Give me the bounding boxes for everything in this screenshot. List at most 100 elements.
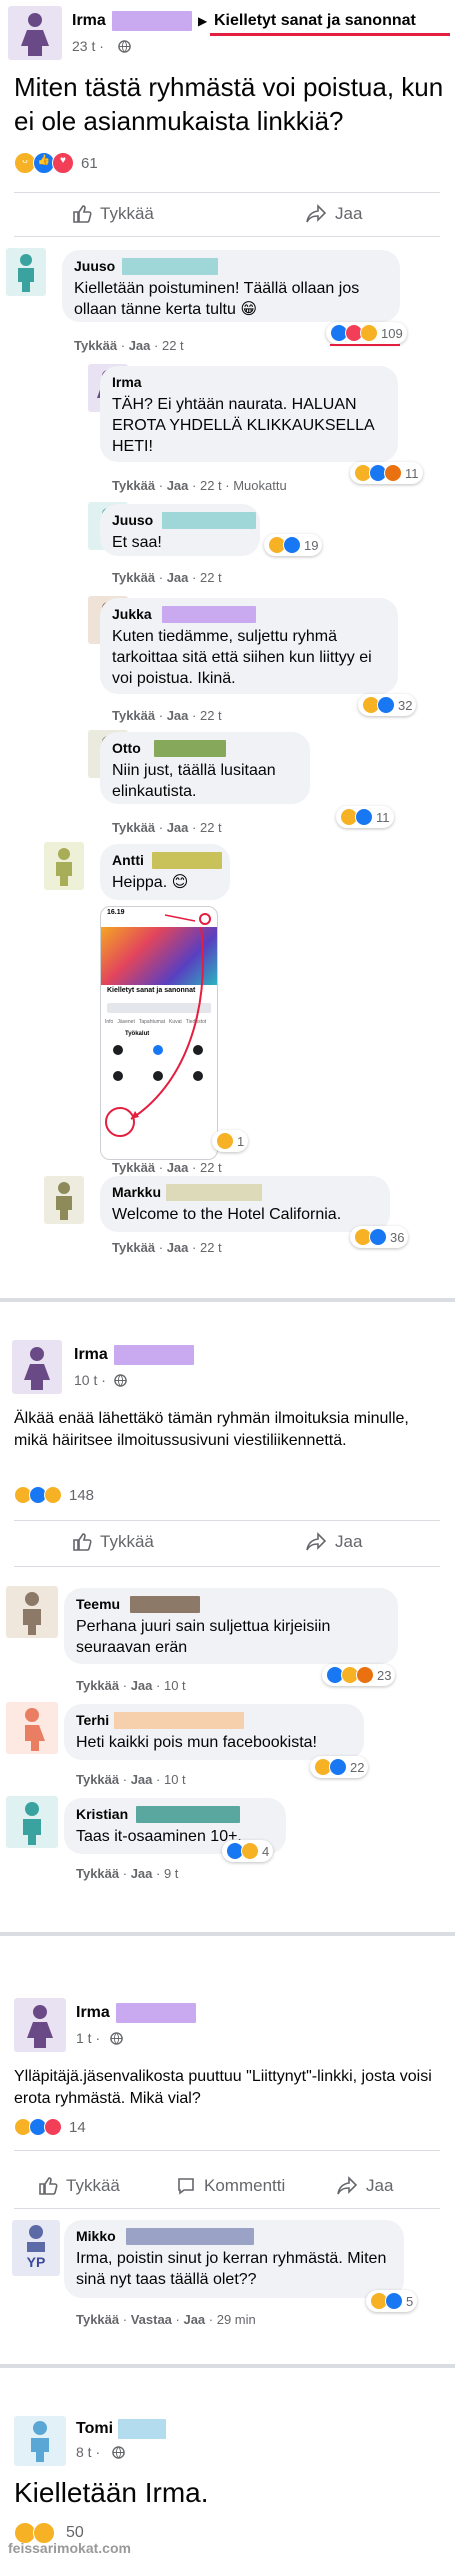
comment-text: Irma, poistin sinut jo kerran ryhmästä. … (76, 2250, 387, 2288)
reaction-count: 148 (69, 1486, 95, 1504)
comment-time[interactable]: 22 t (200, 820, 222, 835)
comment-reactions[interactable]: 32 (358, 694, 417, 716)
avatar-irma[interactable] (12, 1340, 62, 1394)
comment-reactions[interactable]: 5 (366, 2290, 418, 2312)
comment-time[interactable]: 29 min (217, 2312, 256, 2327)
comment-bubble: Irma TÄH? Ei yhtään naurata. HALUAN EROT… (100, 366, 398, 462)
share-button[interactable]: Jaa (336, 2176, 393, 2196)
avatar-markku[interactable] (44, 1176, 84, 1224)
comment-button[interactable]: Kommentti (176, 2176, 285, 2196)
like-button[interactable]: Tykkää (38, 2176, 120, 2196)
comment-time[interactable]: 22 t (200, 570, 222, 585)
attached-screenshot[interactable]: 16.19 Kielletyt sanat ja sanonnat Info J… (100, 906, 218, 1160)
comment-like-button[interactable]: Tykkää (112, 820, 155, 835)
thumbs-up-icon (73, 1533, 92, 1551)
comment-share-button[interactable]: Jaa (131, 1678, 153, 1693)
avatar-teemu[interactable] (6, 1586, 58, 1638)
comment-share-button[interactable]: Jaa (167, 570, 189, 585)
comment-time[interactable]: 22 t (200, 478, 222, 493)
comment-share-button[interactable]: Jaa (131, 1772, 153, 1787)
comment-reactions[interactable]: 11 (350, 462, 423, 484)
comment-meta: Tykkää · Jaa · 22 t · Muokattu (112, 478, 287, 493)
share-button[interactable]: Jaa (305, 204, 362, 224)
post-author[interactable]: Irma (74, 1346, 108, 1364)
comment-meta: Tykkää · Jaa · 10 t (76, 1678, 186, 1693)
comment-text: Kielletään poistuminen! Täällä ollaan jo… (74, 280, 360, 318)
avatar-irma[interactable] (8, 6, 62, 60)
comment-like-button[interactable]: Tykkää (76, 2312, 119, 2327)
comment-share-button[interactable]: Jaa (167, 478, 189, 493)
post-reactions[interactable]: ᴗ 👍 ♥ 61 (14, 152, 98, 174)
comment-share-button[interactable]: Jaa (167, 1240, 189, 1255)
comment-time[interactable]: 22 t (200, 1160, 222, 1175)
reaction-count: 5 (406, 2293, 414, 2309)
comment-time[interactable]: 22 t (200, 1240, 222, 1255)
post-reactions[interactable]: 14 (14, 2116, 86, 2138)
comment-time[interactable]: 10 t (164, 1678, 186, 1693)
comment-like-button[interactable]: Tykkää (112, 570, 155, 585)
comment-meta: Tykkää · Vastaa · Jaa · 29 min (76, 2312, 256, 2327)
comment-time[interactable]: 10 t (164, 1772, 186, 1787)
avatar-tomi[interactable] (14, 2416, 66, 2466)
avatar-terhi[interactable] (6, 1702, 58, 1754)
avatar-initials: YP (26, 2254, 46, 2270)
reaction-count: 11 (376, 809, 390, 825)
speech-bubble-icon (178, 2178, 194, 2195)
comment-like-button[interactable]: Tykkää (112, 1160, 155, 1175)
comment-time[interactable]: 22 t (200, 708, 222, 723)
comment-reactions[interactable]: 23 (322, 1664, 396, 1686)
comment-time[interactable]: 9 t (164, 1866, 178, 1881)
like-reaction-icon (283, 536, 301, 554)
comment-reactions[interactable]: 11 (336, 806, 394, 828)
comment-reactions[interactable]: 19 (264, 534, 323, 556)
comment-share-button[interactable]: Jaa (167, 820, 189, 835)
comment-share-button[interactable]: Jaa (183, 2312, 205, 2327)
comment-like-button[interactable]: Tykkää (76, 1678, 119, 1693)
comment-like-button[interactable]: Tykkää (74, 338, 117, 353)
comment-reactions[interactable]: 4 (222, 1840, 274, 1862)
comment-share-button[interactable]: Jaa (131, 1866, 153, 1881)
avatar-irma[interactable] (14, 1998, 66, 2052)
comment-share-button[interactable]: Jaa (129, 338, 151, 353)
image-reactions[interactable]: 1 (212, 1130, 249, 1152)
post-time[interactable]: 10 t · (74, 1372, 106, 1388)
comment-reactions[interactable]: 36 (350, 1226, 409, 1248)
post-author[interactable]: Irma (76, 2004, 110, 2022)
comment-share-button[interactable]: Jaa (167, 1160, 189, 1175)
reaction-count: 14 (69, 2118, 86, 2136)
group-name-link[interactable]: Kielletyt sanat ja sanonnat (214, 12, 416, 30)
comment-like-button[interactable]: Tykkää (76, 1772, 119, 1787)
comment-share-button[interactable]: Jaa (167, 708, 189, 723)
comment-like-button[interactable]: Tykkää (112, 1240, 155, 1255)
post-reactions[interactable]: 148 (14, 1484, 94, 1506)
avatar-mikko[interactable]: YP (12, 2220, 60, 2276)
comment-time[interactable]: 22 t (162, 338, 184, 353)
comment-author[interactable]: Teemu (76, 1596, 386, 1616)
comment-reactions[interactable]: 109 (326, 322, 407, 344)
comment-text: Et saa! (112, 534, 162, 551)
avatar-kristian[interactable] (6, 1796, 58, 1848)
comment-like-button[interactable]: Tykkää (76, 1866, 119, 1881)
like-button[interactable]: Tykkää (72, 1532, 154, 1552)
like-button[interactable]: Tykkää (72, 204, 154, 224)
comment-like-button[interactable]: Tykkää (112, 478, 155, 493)
post-time[interactable]: 8 t · (76, 2444, 100, 2460)
like-label: Tykkää (100, 204, 154, 223)
angry-reaction-icon (384, 464, 402, 482)
share-arrow-icon (306, 204, 327, 223)
share-button[interactable]: Jaa (305, 1532, 362, 1552)
post-author[interactable]: Tomi (76, 2420, 113, 2438)
post-time[interactable]: 1 t · (76, 2030, 100, 2046)
comment-author[interactable]: Irma (112, 374, 386, 394)
avatar-juuso[interactable] (6, 248, 46, 296)
edited-label[interactable]: Muokattu (233, 478, 286, 493)
comment-reply-button[interactable]: Vastaa (131, 2312, 172, 2327)
comment-like-button[interactable]: Tykkää (112, 708, 155, 723)
avatar-antti[interactable] (44, 842, 84, 890)
name-redaction (136, 1806, 240, 1823)
post-time[interactable]: 23 t · (72, 38, 104, 54)
comment-reactions[interactable]: 22 (310, 1756, 369, 1778)
post-author[interactable]: Irma (72, 12, 106, 30)
reaction-count: 32 (398, 697, 413, 713)
comment-text: Perhana juuri sain suljettua kirjeisiin … (76, 1618, 331, 1656)
